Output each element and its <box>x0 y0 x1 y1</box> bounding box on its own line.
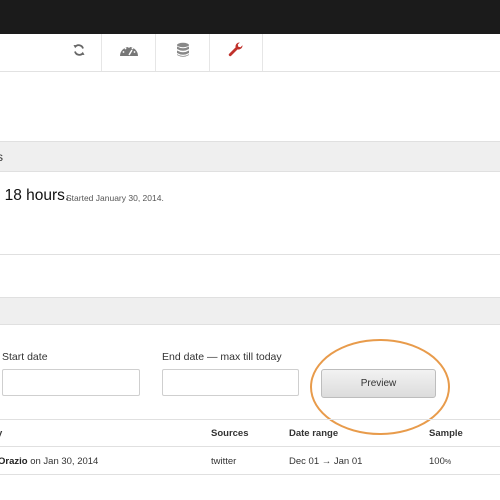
row-sample-cell: 100% <box>429 456 451 467</box>
row-created-text: on Jan 30, 2014 <box>30 456 99 467</box>
table-top-divider <box>0 419 500 420</box>
dashboard-gauge-icon <box>119 43 139 62</box>
row-author-cell: Orazio on Jan 30, 2014 <box>0 456 98 467</box>
section-header-bar: s <box>0 141 500 172</box>
top-bar <box>0 0 500 34</box>
row-author-link[interactable]: Orazio <box>0 456 28 467</box>
table-row-divider <box>0 474 500 475</box>
end-date-label: End date — max till today <box>162 351 282 363</box>
start-date-label: Start date <box>2 351 48 363</box>
row-date-range: Dec 01 → Jan 01 <box>289 456 363 467</box>
column-header-sources: Sources <box>211 428 249 439</box>
divider <box>0 254 500 255</box>
refresh-button[interactable] <box>52 34 106 71</box>
preview-button[interactable]: Preview <box>321 369 436 398</box>
end-date-input[interactable] <box>162 369 299 396</box>
row-sample: 100 <box>429 456 445 467</box>
section-header-bar-2 <box>0 297 500 325</box>
start-date-input[interactable] <box>2 369 140 396</box>
settings-wrench-button[interactable] <box>209 34 263 71</box>
section-title: s <box>0 150 3 164</box>
column-header-name: y <box>0 428 2 439</box>
row-sources: twitter <box>211 456 237 467</box>
wrench-icon <box>228 42 244 63</box>
dashboard-button[interactable] <box>101 34 155 71</box>
toolbar <box>0 34 500 72</box>
column-header-sample: Sample <box>429 428 463 439</box>
refresh-icon <box>72 43 86 62</box>
database-icon <box>176 42 190 63</box>
status-duration-text: : 18 hours. <box>0 187 70 204</box>
status-started-text: Started January 30, 2014. <box>66 193 164 203</box>
column-header-date-range: Date range <box>289 428 339 439</box>
table-header-divider <box>0 446 500 447</box>
database-button[interactable] <box>155 34 209 71</box>
row-sample-unit: % <box>444 459 452 466</box>
